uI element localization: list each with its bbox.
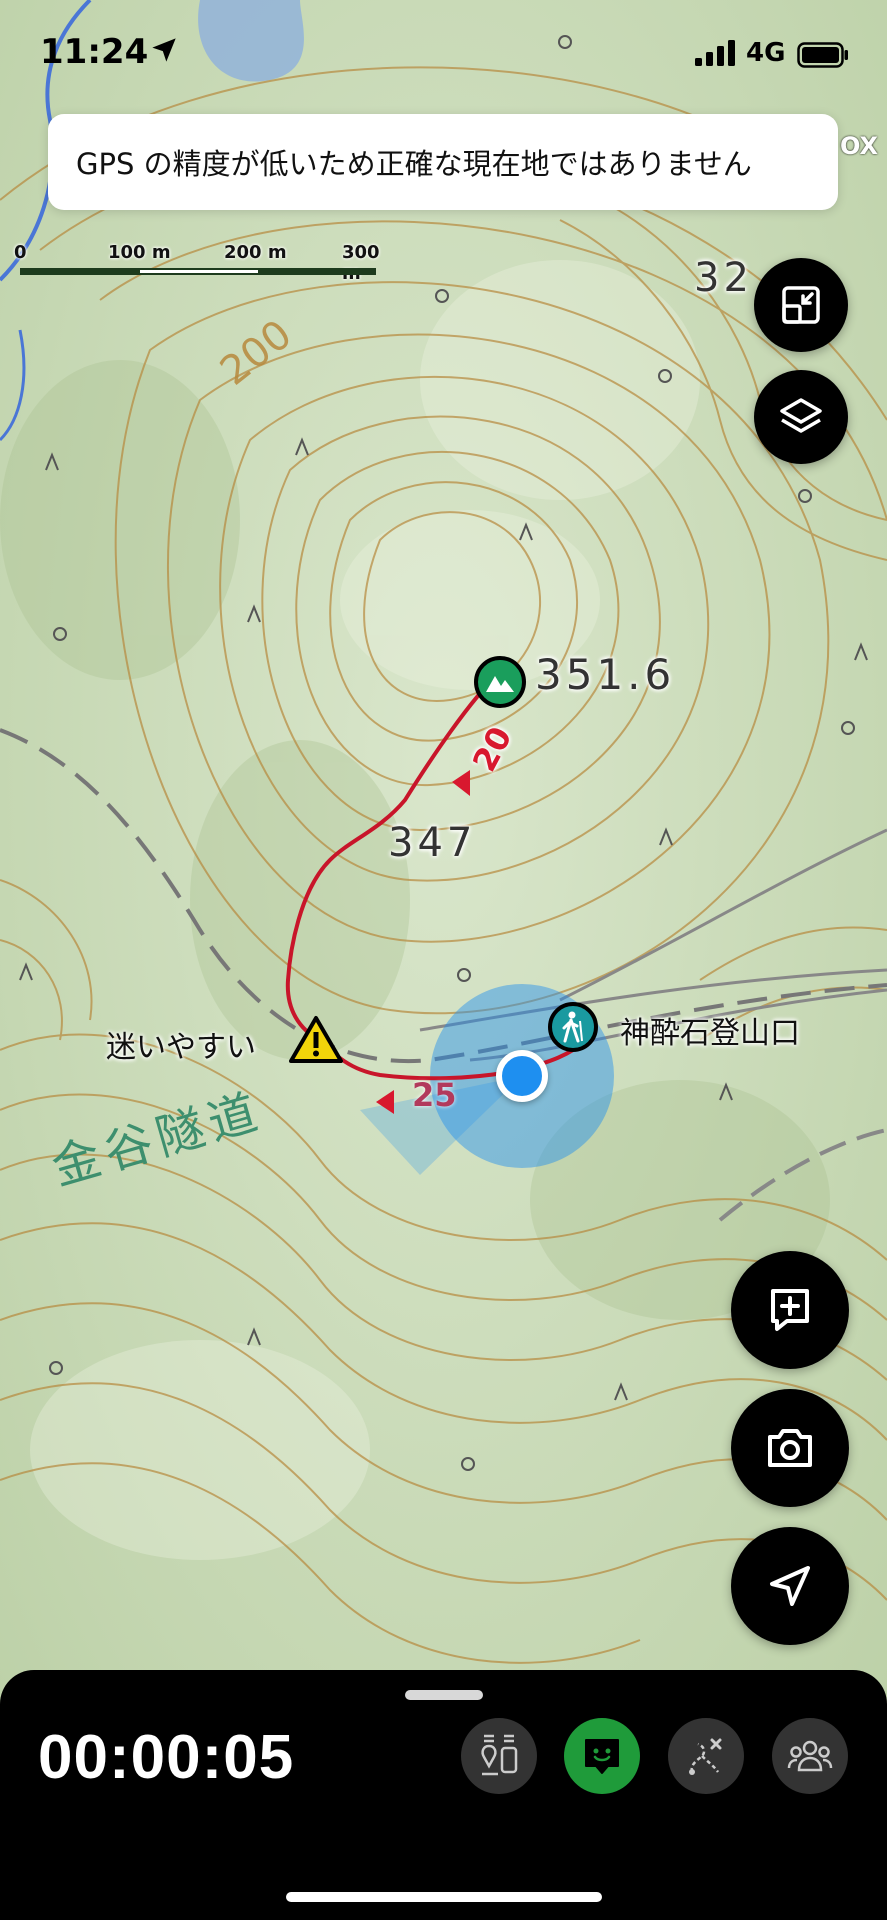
navigate-arrow-icon [770,1566,810,1606]
network-type: 4G [746,38,786,68]
trailhead-label: 神酔石登山口 [620,1016,800,1051]
current-location-button[interactable] [731,1527,849,1645]
gps-accuracy-toast[interactable]: GPS の精度が低いため正確な現在地ではありません [48,114,838,210]
route-time-label: 25 [412,1076,457,1114]
camera-icon [768,1429,812,1467]
chat-face-button[interactable] [564,1718,640,1794]
expand-map-icon [782,286,820,324]
warning-icon [289,1016,343,1063]
scale-segment [140,268,258,275]
hiker-icon [562,1011,583,1043]
battery-icon [797,42,848,68]
trailhead-marker[interactable] [548,1002,598,1052]
add-memo-button[interactable] [731,1251,849,1369]
route-plan-icon [689,1738,722,1775]
group-icon [787,1740,833,1772]
chat-face-icon [585,1739,619,1774]
map-scale-bar: 0 100 m 200 m 300 m [14,242,394,284]
status-bar: 11:24 4G [0,0,887,100]
add-memo-icon [771,1289,809,1331]
location-services-icon [152,38,176,62]
current-location-dot [496,1050,548,1102]
scale-label: 200 m [224,242,287,263]
layers-icon [780,398,822,433]
scale-label: 300 m [342,242,380,284]
elapsed-time: 00:00:05 [38,1723,295,1792]
activity-bottom-panel[interactable]: 00:00:05 [0,1670,887,1920]
elevation-list-button[interactable] [461,1718,537,1794]
home-indicator[interactable] [286,1892,602,1902]
drag-handle[interactable] [405,1690,483,1700]
warning-marker[interactable] [288,1015,344,1065]
route-direction-arrow [452,770,470,796]
elevation-list-icon [481,1734,518,1776]
route-plan-button[interactable] [668,1718,744,1794]
toast-message: GPS の精度が低いため正確な現在地ではありません [76,147,752,181]
scale-segment [20,268,140,275]
status-time: 11:24 [40,32,149,72]
signal-strength-icon [695,40,735,66]
summit-marker[interactable] [474,656,526,708]
scale-label: 100 m [108,242,171,263]
warning-label: 迷いやすい [106,1030,256,1065]
scale-label: 0 [14,242,27,263]
mountain-icon [486,676,514,692]
camera-button[interactable] [731,1389,849,1507]
scale-segment [258,268,376,275]
map-layers-button[interactable] [754,370,848,464]
expand-map-button[interactable] [754,258,848,352]
group-button[interactable] [772,1718,848,1794]
